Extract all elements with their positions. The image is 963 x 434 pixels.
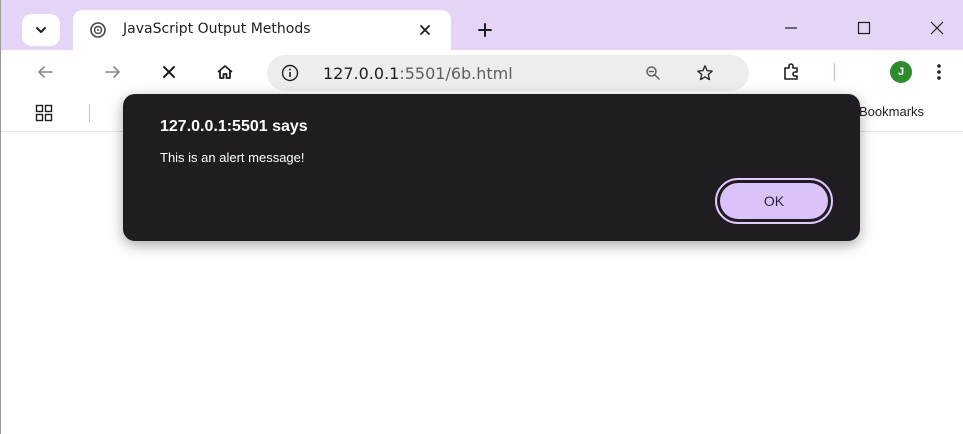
browser-window: JavaScript Output Methods 127.0.0.1:5501… [0, 0, 963, 434]
ok-button[interactable]: OK [715, 178, 833, 224]
extensions-icon [784, 63, 798, 80]
stop-icon [163, 66, 175, 78]
info-icon [281, 64, 299, 82]
bookmarks-separator [89, 104, 90, 122]
tab-close-button[interactable] [413, 18, 437, 42]
toolbar-separator [834, 63, 835, 81]
bookmark-star-button[interactable] [691, 59, 719, 87]
back-button[interactable] [29, 56, 61, 88]
url-text: 127.0.0.1:5501/6b.html [323, 64, 513, 83]
menu-button[interactable] [923, 56, 955, 88]
ok-button-label: OK [720, 183, 828, 219]
alert-dialog: 127.0.0.1:5501 says This is an alert mes… [123, 94, 860, 241]
star-icon [697, 65, 713, 81]
plus-icon [478, 23, 492, 37]
forward-button[interactable] [97, 56, 129, 88]
url-path: :5501/6b.html [399, 64, 513, 83]
window-close-button[interactable] [917, 12, 957, 44]
maximize-button[interactable] [844, 12, 884, 44]
favicon-icon [90, 22, 106, 38]
dialog-message: This is an alert message! [160, 150, 305, 165]
menu-icon [937, 64, 941, 80]
stop-button[interactable] [153, 56, 185, 88]
tab-search-button[interactable] [22, 14, 60, 46]
profile-avatar[interactable]: J [890, 61, 912, 83]
close-icon [420, 25, 430, 35]
tab-strip: JavaScript Output Methods [1, 0, 963, 50]
browser-toolbar: 127.0.0.1:5501/6b.html [1, 50, 963, 94]
zoom-icon [646, 66, 660, 80]
back-icon [38, 66, 53, 78]
home-icon [217, 65, 233, 79]
dialog-title: 127.0.0.1:5501 says [160, 118, 308, 135]
chevron-down-icon [36, 27, 46, 33]
zoom-button[interactable] [639, 59, 667, 87]
minimize-button[interactable] [771, 12, 811, 44]
tab-title: JavaScript Output Methods [123, 21, 311, 37]
address-bar[interactable]: 127.0.0.1:5501/6b.html [267, 55, 749, 91]
all-bookmarks-label[interactable]: Bookmarks [859, 104, 924, 119]
new-tab-button[interactable] [469, 14, 501, 46]
close-icon [930, 21, 944, 35]
extensions-button[interactable] [775, 56, 807, 88]
url-host: 127.0.0.1 [323, 64, 400, 83]
forward-icon [105, 66, 120, 78]
minimize-icon [785, 27, 797, 29]
home-button[interactable] [209, 56, 241, 88]
site-info-button[interactable] [277, 60, 303, 86]
maximize-icon [857, 21, 871, 35]
active-tab[interactable]: JavaScript Output Methods [73, 10, 451, 50]
apps-icon[interactable] [35, 104, 53, 122]
